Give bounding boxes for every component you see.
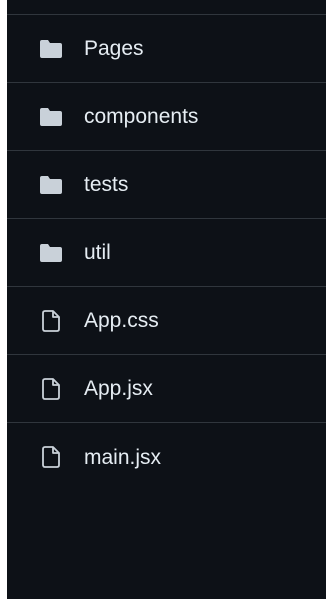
file-row-main-jsx[interactable]: main.jsx <box>7 423 326 491</box>
folder-name[interactable]: Pages <box>84 38 144 59</box>
folder-name[interactable]: components <box>84 106 198 127</box>
file-name[interactable]: App.css <box>84 310 159 331</box>
file-icon <box>40 377 62 400</box>
folder-name[interactable]: tests <box>84 174 128 195</box>
file-icon <box>40 309 62 332</box>
folder-row-util[interactable]: util <box>7 219 326 287</box>
folder-icon <box>40 106 62 128</box>
file-row-app-jsx[interactable]: App.jsx <box>7 355 326 423</box>
folder-name[interactable]: util <box>84 242 111 263</box>
folder-row-tests[interactable]: tests <box>7 151 326 219</box>
file-icon <box>40 446 62 468</box>
folder-icon <box>40 38 62 60</box>
folder-icon <box>40 174 62 196</box>
folder-row-components[interactable]: components <box>7 83 326 151</box>
file-list-panel: Pages components tests util App.css App.… <box>7 0 326 599</box>
file-row-app-css[interactable]: App.css <box>7 287 326 355</box>
top-divider <box>7 0 326 15</box>
file-name[interactable]: main.jsx <box>84 447 161 468</box>
file-name[interactable]: App.jsx <box>84 378 153 399</box>
folder-icon <box>40 242 62 264</box>
folder-row-pages[interactable]: Pages <box>7 15 326 83</box>
